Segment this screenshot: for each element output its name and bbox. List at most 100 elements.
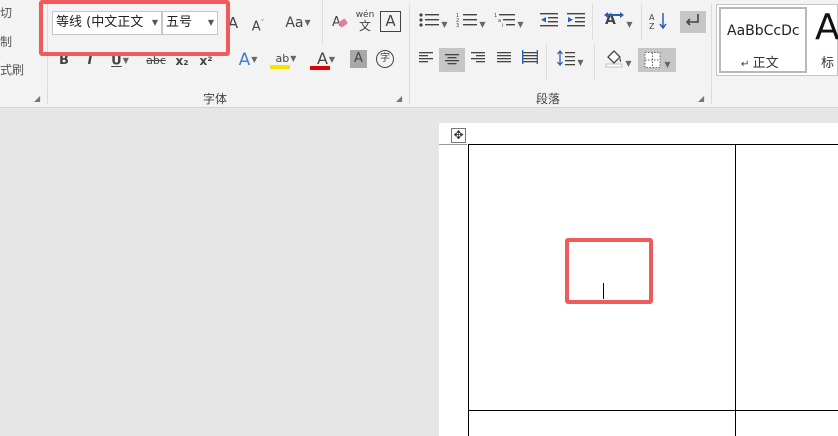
font-color-swatch <box>310 66 330 70</box>
highlight-color-swatch <box>270 65 290 69</box>
highlighter-icon: ab <box>275 52 290 65</box>
highlight-box-cursor <box>565 238 653 304</box>
change-case-icon: Aa <box>285 15 304 31</box>
numbering-button[interactable]: 1 2 3 ▼ <box>454 11 488 33</box>
cut-label: 剪切 <box>0 6 13 20</box>
format-painter-label: 格式刷 <box>0 63 25 77</box>
copy-label: 复制 <box>0 35 13 49</box>
phonetic-char: 文 <box>358 19 371 33</box>
subscript-icon: x₂ <box>175 54 189 68</box>
increase-indent-button[interactable] <box>565 11 587 33</box>
table-move-handle-icon[interactable]: ✥ <box>451 128 466 143</box>
svg-text:1: 1 <box>494 13 497 19</box>
align-left-icon <box>419 52 433 63</box>
align-center-button[interactable] <box>439 48 465 72</box>
borders-icon <box>644 52 661 68</box>
text-effects-button[interactable]: A▼ <box>232 49 264 71</box>
chinese-layout-icon: A <box>604 12 625 28</box>
chinese-layout-button[interactable]: A ▼ <box>600 11 636 33</box>
character-border-button[interactable]: A <box>380 11 401 32</box>
decrease-indent-button[interactable] <box>538 11 560 33</box>
cut-button[interactable]: 剪切 <box>0 4 12 21</box>
increase-indent-icon <box>567 13 585 27</box>
divider <box>594 44 595 80</box>
chevron-down-icon: ▼ <box>441 20 448 29</box>
divider <box>409 4 410 104</box>
style-normal-caption: ↵ 正文 <box>741 52 779 71</box>
paragraph-launcher-icon[interactable]: ◢ <box>698 95 706 103</box>
clear-formatting-button[interactable]: A <box>330 12 350 34</box>
divider <box>711 4 712 104</box>
bullets-button[interactable]: ▼ <box>416 11 450 33</box>
table-border <box>468 410 838 411</box>
sort-icon: AZ <box>649 13 667 31</box>
font-group-label: 字体 <box>203 92 228 106</box>
divider <box>322 0 323 44</box>
chevron-down-icon: ▼ <box>328 54 336 64</box>
distributed-button[interactable] <box>520 49 540 71</box>
change-case-button[interactable]: Aa▼ <box>281 12 315 34</box>
align-right-icon <box>471 52 485 63</box>
phonetic-guide-button[interactable]: wén 文 <box>354 10 376 32</box>
chevron-down-icon: ▼ <box>517 20 524 29</box>
paint-bucket-icon <box>606 50 623 68</box>
shrink-font-icon: A <box>251 19 261 35</box>
character-shading-icon: A <box>354 51 363 66</box>
copy-button[interactable]: 复制 <box>0 33 12 50</box>
chevron-down-icon: ▼ <box>664 60 671 69</box>
text-effects-icon: A <box>238 50 251 70</box>
chevron-down-icon: ▼ <box>290 54 297 63</box>
style-heading[interactable]: A 标 <box>813 7 838 73</box>
chevron-down-icon: ▼ <box>251 55 258 64</box>
character-border-icon: A <box>385 12 396 30</box>
align-right-button[interactable] <box>468 49 488 71</box>
justify-button[interactable] <box>494 49 514 71</box>
chevron-down-icon: ▼ <box>479 20 486 29</box>
table-cell[interactable] <box>736 145 838 410</box>
enclose-characters-icon: 字 <box>380 53 390 64</box>
clipboard-launcher-icon[interactable]: ◢ <box>34 95 42 103</box>
font-launcher-icon[interactable]: ◢ <box>396 95 404 103</box>
borders-button[interactable]: ▼ <box>638 48 676 72</box>
style-normal[interactable]: AaBbCcDc ↵ 正文 <box>719 7 807 73</box>
line-spacing-button[interactable]: ▼ <box>552 49 588 71</box>
document-area: ✥ <box>0 109 838 436</box>
font-color-button[interactable]: A▼ <box>308 48 344 70</box>
highlight-box-font-controls <box>39 0 230 56</box>
return-arrow-icon <box>685 14 699 26</box>
svg-text:A: A <box>649 13 655 22</box>
shading-button[interactable]: ▼ <box>600 48 636 70</box>
multilevel-list-button[interactable]: 1 a i ▼ <box>492 11 526 33</box>
svg-text:a: a <box>498 18 501 24</box>
divider <box>592 4 593 40</box>
style-heading-preview: A <box>815 7 838 48</box>
svg-text:3: 3 <box>456 23 459 29</box>
style-heading-label: 标 <box>821 56 835 71</box>
styles-gallery: AaBbCcDc ↵ 正文 A 标 <box>716 4 838 76</box>
shrink-font-button[interactable]: Aˇ <box>248 12 268 34</box>
eraser-icon: A <box>332 15 348 30</box>
chevron-down-icon: ▼ <box>304 18 311 27</box>
paragraph-group-label: 段落 <box>536 92 561 106</box>
superscript-icon: x² <box>199 54 213 68</box>
style-normal-label: 正文 <box>752 56 779 71</box>
enclose-characters-button[interactable]: 字 <box>376 50 394 68</box>
chevron-down-icon: ▼ <box>625 59 632 68</box>
style-normal-preview: AaBbCcDc <box>727 23 800 39</box>
align-left-button[interactable] <box>416 49 436 71</box>
margin-mark <box>439 144 467 145</box>
distributed-icon <box>522 50 538 64</box>
paragraph-mark-icon: ↵ <box>741 59 753 70</box>
svg-text:i: i <box>502 23 503 29</box>
line-spacing-icon <box>557 49 576 67</box>
character-shading-button[interactable]: A <box>350 50 367 68</box>
chevron-down-icon: ▼ <box>577 58 584 67</box>
multilevel-list-icon: 1ai <box>494 13 516 29</box>
justify-icon <box>497 52 511 63</box>
format-painter-button[interactable]: 格式刷 <box>0 61 24 78</box>
show-hide-marks-button[interactable] <box>680 11 706 33</box>
bullets-icon <box>419 13 440 27</box>
highlight-color-button[interactable]: ab▼ <box>268 48 304 70</box>
align-center-icon <box>445 54 459 65</box>
sort-button[interactable]: AZ <box>648 11 670 33</box>
